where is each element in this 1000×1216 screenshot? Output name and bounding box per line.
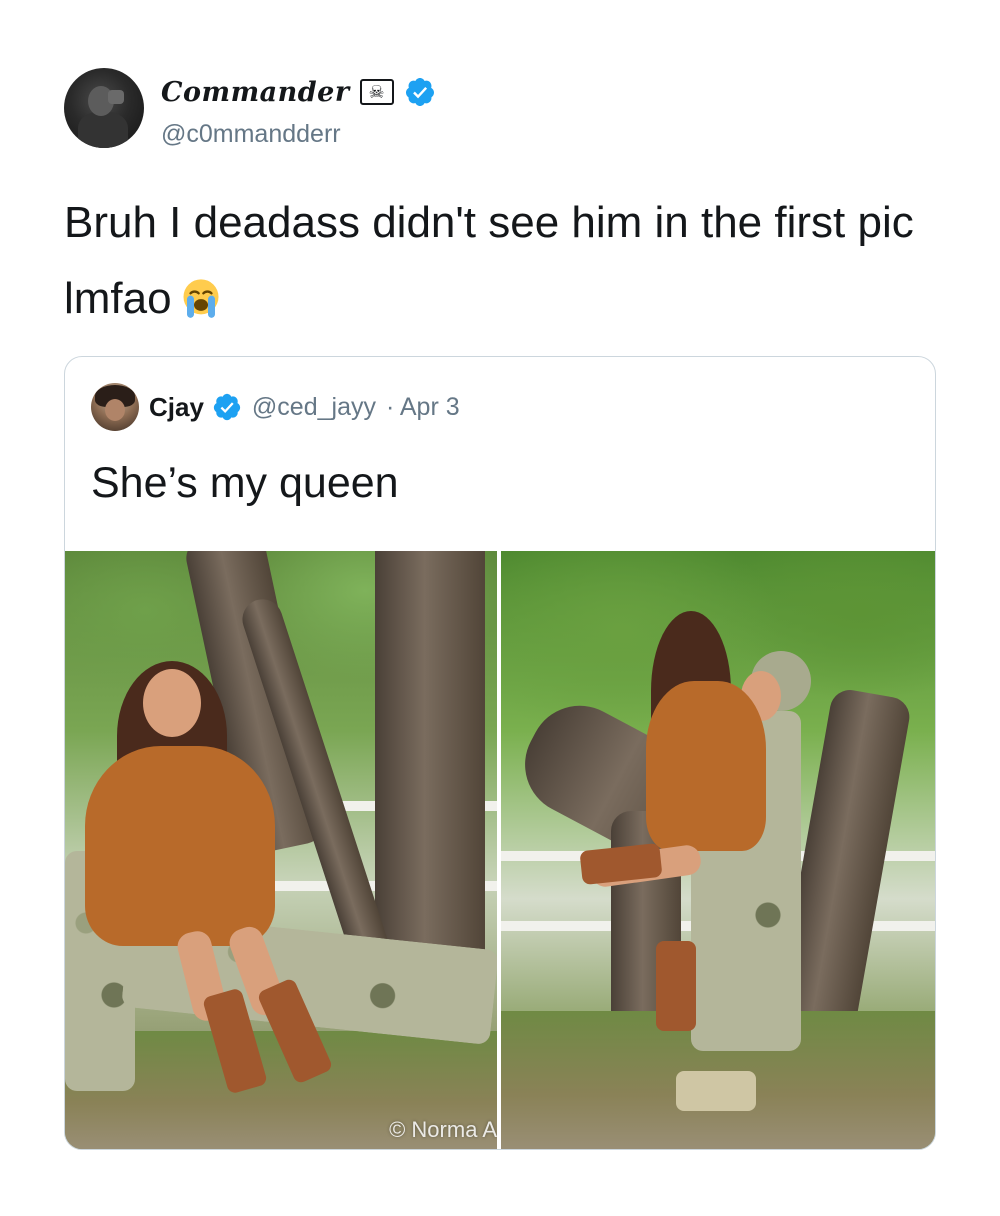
author-display-name[interactable]: Commander — [161, 77, 350, 108]
skull-crossbones-flag-icon: ☠ — [359, 79, 394, 105]
quoted-tweet-media: © Norma A — [65, 551, 935, 1149]
tweet-header: Commander ☠ @c0mmandderr — [64, 68, 664, 148]
quoted-author-avatar[interactable] — [91, 383, 139, 431]
quoted-author-display-name[interactable]: Cjay — [149, 392, 204, 423]
loudly-crying-face-emoji-icon — [183, 279, 219, 318]
photo-watermark: © Norma A — [389, 1117, 497, 1142]
quoted-tweet-header: Cjay @ced_jayy · Apr 3 — [91, 383, 460, 431]
quoted-tweet[interactable]: Cjay @ced_jayy · Apr 3 She’s my queen © … — [64, 356, 936, 1150]
author-avatar[interactable] — [64, 68, 144, 148]
photo-couple-seated[interactable]: © Norma A — [65, 551, 497, 1149]
quoted-tweet-text: She’s my queen — [91, 459, 399, 507]
quoted-author-handle[interactable]: @ced_jayy — [252, 393, 376, 422]
tweet-text: Bruh I deadass didn't see him in the fir… — [64, 185, 934, 337]
tweet[interactable]: Commander ☠ @c0mmandderr Bruh I deadass … — [0, 0, 1000, 1216]
author-name-row: Commander ☠ — [161, 74, 436, 110]
photo-couple-embrace[interactable] — [501, 551, 935, 1149]
verified-badge-icon — [405, 78, 434, 106]
author-handle[interactable]: @c0mmandderr — [161, 120, 341, 149]
verified-badge-icon — [213, 393, 241, 421]
quoted-tweet-date[interactable]: · Apr 3 — [386, 393, 460, 422]
